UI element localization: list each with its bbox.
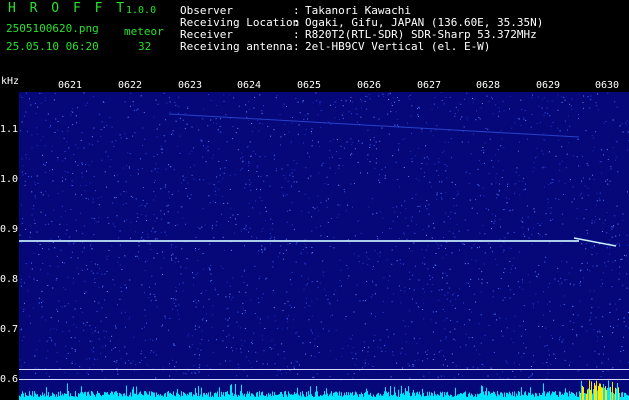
signal-strength-bars: [19, 380, 629, 400]
info-label-antenna: Receiving antenna: [180, 40, 293, 53]
app-title: H R O F F T: [8, 1, 128, 16]
info-value-antenna: 2el-HB9CV Vertical (el. E-W): [305, 40, 491, 53]
x-tick-label: 0623: [178, 80, 203, 91]
x-tick-label: 0626: [357, 80, 382, 91]
carrier-drift: [573, 237, 617, 247]
info-colon: :: [293, 40, 300, 53]
y-axis-unit: kHz: [1, 76, 20, 87]
y-tick-label: 0.7: [0, 324, 19, 335]
y-tick-label: 1.1: [0, 124, 19, 135]
file-name: 2505100620.png: [6, 22, 99, 35]
x-tick-label: 0625: [297, 80, 322, 91]
spectrogram-plot: [19, 92, 629, 400]
reference-line: [19, 369, 629, 370]
y-tick-label: 0.9: [0, 224, 19, 235]
hroft-spectrogram-screen: H R O F F T 1.0.0 2505100620.png meteor …: [0, 0, 629, 400]
x-tick-label: 0621: [58, 80, 83, 91]
x-tick-label: 0622: [118, 80, 143, 91]
y-tick-label: 0.8: [0, 274, 19, 285]
spectrogram-canvas: [19, 92, 629, 400]
x-tick-label: 0628: [476, 80, 501, 91]
meteor-count: 32: [138, 40, 152, 53]
reference-line: [19, 379, 629, 380]
x-tick-label: 0624: [237, 80, 262, 91]
y-tick-label: 1.0: [0, 174, 19, 185]
x-tick-label: 0630: [595, 80, 620, 91]
meteor-label: meteor: [124, 25, 164, 38]
date-time: 25.05.10 06:20: [6, 40, 99, 53]
carrier-line: [19, 240, 579, 242]
y-tick-label: 0.6: [0, 374, 19, 385]
app-version: 1.0.0: [126, 5, 157, 16]
x-tick-label: 0627: [417, 80, 442, 91]
noise-speckles: [19, 92, 629, 381]
x-tick-label: 0629: [536, 80, 561, 91]
